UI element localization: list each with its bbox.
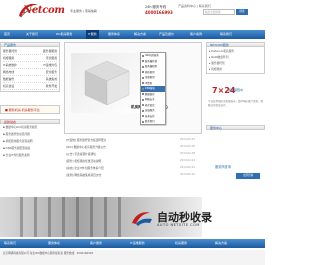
- nav-item-about[interactable]: 关于我们: [26, 30, 38, 39]
- hot-banner[interactable]: ■ 服务机房 机房服务平台: [0, 105, 60, 114]
- list-item: IT系统维护 IT运维外包: [3, 62, 57, 69]
- nav-item-solution[interactable]: 解决方案: [134, 30, 146, 39]
- service-center-panel: 服务中心: [206, 125, 265, 130]
- service-list: ▸ Datacom机房服务 ▸ RAID磁盘阵列 ▸ 服务器托管 ▸ 机柜租用: [206, 47, 265, 74]
- products-list: 服务器托管 服务器租用 机柜租用 带宽租用 IT系统维护 IT运维外包 网络布线…: [0, 47, 60, 92]
- product-link[interactable]: 机房建设: [3, 83, 14, 89]
- nav-item-cases[interactable]: 客户案例: [190, 30, 202, 39]
- promo-panel: 机房网络 支持机房中心: [64, 42, 202, 134]
- list-item: 数据备份 系统集成: [3, 76, 57, 83]
- nav-item-products[interactable]: 产品及报价: [159, 30, 174, 39]
- service-query-label: 服务商查询: [215, 165, 231, 169]
- product-link[interactable]: 带宽租用: [46, 55, 57, 61]
- badge-text: 服务保障中: [228, 88, 244, 92]
- site-header: Netcom 专业服务 | 值得信赖 24h 服务专线 4000166993 产…: [0, 0, 265, 30]
- news-date: 2013-03-07: [180, 138, 196, 141]
- news-link[interactable]: ▪ 数据中心IDC机房服务规范: [0, 124, 60, 131]
- footer-tabs: 联系我们 服务体系 客户服务 IT运维服务 机房服务 解决方案: [0, 239, 265, 248]
- left-column: 产品服务 服务器托管 服务器租用 机柜租用 带宽租用 IT系统维护 IT运维外包…: [0, 42, 60, 92]
- product-link[interactable]: 数据备份: [3, 76, 14, 82]
- product-link[interactable]: 服务器托管: [3, 48, 17, 54]
- logo-text: Netcom: [23, 5, 65, 16]
- floating-menu: IDC机房服务 服务器托管 服务器租用 机柜租用 带宽租用 IP资源 DNS解析…: [140, 52, 166, 125]
- cube-icon: [84, 60, 130, 106]
- list-item: 服务器托管 服务器租用: [3, 48, 57, 55]
- search-input[interactable]: 站点全局搜索: [203, 9, 235, 15]
- site-logo[interactable]: Netcom: [16, 1, 68, 23]
- news-date: 2013-02-10: [180, 173, 196, 176]
- watermark-logo-icon: [132, 212, 152, 226]
- product-link[interactable]: 安全服务: [46, 69, 57, 75]
- tab-solution[interactable]: 解决方案: [215, 239, 227, 248]
- service-center-title: 服务中心: [206, 125, 265, 130]
- product-link[interactable]: IT运维外包: [43, 62, 57, 68]
- menu-item[interactable]: 联系我们: [141, 119, 165, 125]
- list-item: 网络布线 安全服务: [3, 69, 57, 76]
- nav-item-home[interactable]: 首页: [4, 30, 10, 39]
- list-item: 机柜租用 带宽租用: [3, 55, 57, 62]
- nav-item-contact[interactable]: 联系我们: [220, 30, 232, 39]
- watermark: 自动秒收录 AUTO NETSITE COM: [130, 209, 236, 237]
- product-link[interactable]: IT系统维护: [3, 62, 17, 68]
- news-link[interactable]: ▪ 机柜租用服务流程说明: [0, 138, 60, 145]
- main-nav: 首页 关于我们 DC机房服务 IT服务 服务体系 解决方案 产品及报价 客户案例…: [0, 30, 265, 39]
- product-link[interactable]: 网络布线: [3, 69, 14, 75]
- hotline-label: 24h 服务专线: [145, 5, 167, 9]
- right-column: NETCOM服务 ▸ Datacom机房服务 ▸ RAID磁盘阵列 ▸ 服务器托…: [206, 42, 265, 74]
- news-date: 2013-02-21: [180, 159, 196, 162]
- list-item: 机房建设 软件开发: [3, 83, 57, 90]
- nav-item-system[interactable]: 服务体系: [108, 30, 120, 39]
- product-link[interactable]: 机柜租用: [3, 55, 14, 61]
- watermark-subtext: AUTO NETSITE COM: [157, 223, 200, 227]
- tagline: 专业服务 | 值得信赖: [70, 9, 97, 13]
- news-link[interactable]: ▪ 企业IT外包服务案例: [0, 152, 60, 159]
- top-links[interactable]: 产品资料中心 | 联系我们: [178, 4, 211, 8]
- service-description: 专业技术团队全天候值守，及时响应客户需求，保障业务稳定运行。: [208, 100, 264, 107]
- tab-system[interactable]: 服务体系: [48, 239, 60, 248]
- news-link[interactable]: ▪ 服务器托管常见问题: [0, 131, 60, 138]
- left-news-panel: 最新动态 ▪ 数据中心IDC机房服务规范 ▪ 服务器托管常见问题 ▪ 机柜租用服…: [0, 119, 60, 159]
- tab-room[interactable]: 机房服务: [175, 239, 187, 248]
- tab-contact[interactable]: 联系我们: [4, 239, 16, 248]
- consult-button[interactable]: 立即咨询: [236, 173, 260, 179]
- footer-text: 北京网通科技有限公司 专业IDC数据中心服务提供商 服务热线：400016699…: [0, 250, 265, 265]
- service-link[interactable]: ▸ 机柜租用: [209, 66, 262, 72]
- news-date: 2013-02-28: [180, 152, 196, 155]
- promo-image: [71, 53, 143, 113]
- nav-item-it[interactable]: IT服务: [86, 30, 99, 39]
- news-date: 2013-03-05: [180, 145, 196, 148]
- tab-service[interactable]: 客户服务: [90, 239, 102, 248]
- product-link[interactable]: 软件开发: [46, 83, 57, 89]
- search-button[interactable]: 搜索: [236, 9, 248, 15]
- news-link[interactable]: ▪ DNS服务器配置指南: [0, 145, 60, 152]
- product-link[interactable]: 系统集成: [46, 76, 57, 82]
- hotline-number: 4000166993: [145, 10, 173, 15]
- news-date: 2013-02-15: [180, 166, 196, 169]
- tab-it-ops[interactable]: IT运维服务: [130, 239, 145, 248]
- product-link[interactable]: 服务器租用: [43, 48, 57, 54]
- nav-item-dc[interactable]: DC机房服务: [56, 30, 72, 39]
